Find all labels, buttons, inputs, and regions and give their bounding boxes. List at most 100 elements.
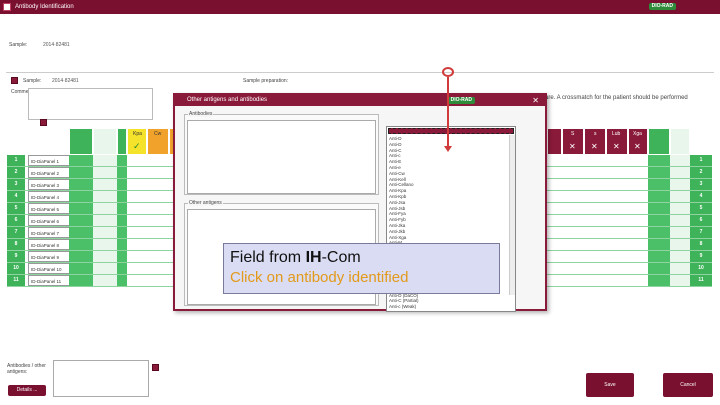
- panel-cell[interactable]: ID-DiaPanel 4: [28, 191, 70, 202]
- dialog-titlebar: Other antigens and antibodies DIO-RAD ✕: [175, 95, 545, 106]
- light-cell: [93, 191, 117, 202]
- app-icon: [3, 3, 11, 11]
- green-cell: [117, 203, 127, 214]
- green-cell: [648, 167, 670, 178]
- sample-preparation-label: Sample preparation:: [243, 78, 289, 84]
- row-number: 4: [7, 191, 25, 202]
- tooltip-line2: Click on antibody identified: [230, 269, 409, 286]
- biorad-logo: DIO-RAD: [648, 3, 676, 10]
- row-number-right: 10: [690, 263, 712, 274]
- row-number-right: 9: [690, 251, 712, 262]
- sample-value: 2014·82481: [52, 78, 79, 84]
- row-number-right: 5: [690, 203, 712, 214]
- row-number: 10: [7, 263, 25, 274]
- list-item[interactable]: Anti-E: [389, 159, 401, 165]
- edit-comment-icon[interactable]: [40, 119, 47, 126]
- green-cell: [117, 263, 127, 274]
- antibodies-group: Antibodies: [184, 111, 379, 195]
- row-number-right: 8: [690, 239, 712, 250]
- cross-icon: ✕: [613, 142, 620, 151]
- list-item[interactable]: Anti-D: [389, 136, 402, 142]
- row-number-right: 7: [690, 227, 712, 238]
- panel-cell[interactable]: ID-DiaPanel 6: [28, 215, 70, 226]
- header-cell-red-1: [547, 128, 562, 155]
- light-cell: [93, 179, 117, 190]
- list-item[interactable]: Anti-Jkb: [389, 229, 405, 235]
- panel-cell[interactable]: ID-DiaPanel 1: [28, 155, 70, 166]
- list-item[interactable]: Anti-Jka: [389, 223, 405, 229]
- sample-label: Sample:: [23, 78, 42, 84]
- list-item[interactable]: Anti-c: [389, 153, 401, 159]
- list-item[interactable]: Anti-Fyb: [389, 217, 406, 223]
- header-cell-green-3: [648, 128, 670, 155]
- green-cell: [117, 251, 127, 262]
- antibodies-textarea[interactable]: [187, 120, 376, 194]
- list-item[interactable]: Anti-Jsb: [389, 206, 405, 212]
- list-scrollbar[interactable]: [509, 135, 515, 295]
- light-cell: [670, 155, 690, 166]
- header-s-upper: S ✕: [562, 128, 584, 155]
- row-number: 8: [7, 239, 25, 250]
- green-cell: [69, 263, 93, 274]
- crossmatch-message: are. A crossmatch for the patient should…: [545, 95, 688, 101]
- list-item[interactable]: Anti-Cw: [389, 171, 405, 177]
- light-cell: [93, 155, 117, 166]
- cancel-button[interactable]: Cancel: [663, 373, 713, 397]
- list-item[interactable]: Anti-C: [389, 148, 402, 154]
- panel-cell[interactable]: ID-DiaPanel 3: [28, 179, 70, 190]
- list-item[interactable]: Anti-Kell: [389, 177, 406, 183]
- green-cell: [648, 263, 670, 274]
- green-cell: [648, 155, 670, 166]
- antibodies-other-textarea[interactable]: [53, 360, 149, 397]
- edit-antibodies-icon[interactable]: [152, 364, 159, 371]
- comment-textarea[interactable]: [28, 88, 153, 120]
- green-cell: [648, 227, 670, 238]
- green-cell: [69, 275, 93, 286]
- window-title: Antibody Identification: [15, 4, 74, 10]
- header-kpa: Kpa ✓: [127, 128, 147, 155]
- header-cw: Cw: [147, 128, 169, 155]
- antibodies-other-label: Antibodies / other antigens:: [7, 363, 46, 375]
- green-cell: [117, 155, 127, 166]
- panel-cell[interactable]: ID-DiaPanel 9: [28, 251, 70, 262]
- list-item[interactable]: Anti-Kpa: [389, 188, 406, 194]
- list-item[interactable]: Anti-D: [389, 142, 402, 148]
- light-cell: [670, 263, 690, 274]
- light-cell: [93, 167, 117, 178]
- row-number-right: 6: [690, 215, 712, 226]
- cross-icon: ✕: [569, 142, 576, 151]
- panel-cell[interactable]: ID-DiaPanel 8: [28, 239, 70, 250]
- green-cell: [648, 215, 670, 226]
- tooltip-line1: Field from IH-Com: [230, 249, 361, 266]
- list-item[interactable]: Anti-c (Weak): [389, 304, 416, 310]
- panel-cell[interactable]: ID-DiaPanel 10: [28, 263, 70, 274]
- list-item[interactable]: Anti-Fya: [389, 211, 406, 217]
- panel-cell[interactable]: ID-DiaPanel 5: [28, 203, 70, 214]
- green-cell: [117, 167, 127, 178]
- dialog-close-icon[interactable]: ✕: [532, 95, 539, 106]
- row-number: 3: [7, 179, 25, 190]
- panel-cell[interactable]: ID-DiaPanel 11: [28, 275, 70, 286]
- green-cell: [117, 227, 127, 238]
- list-item[interactable]: Anti-Jsa: [389, 200, 405, 206]
- row-number-right: 2: [690, 167, 712, 178]
- antibodies-label: Antibodies: [188, 111, 214, 117]
- save-button[interactable]: Save: [586, 373, 634, 397]
- dialog-title: Other antigens and antibodies: [187, 97, 268, 103]
- details-button[interactable]: Details ...: [8, 385, 46, 396]
- list-item[interactable]: Anti-Cellano: [389, 182, 414, 188]
- tutorial-tooltip: Field from IH-Com Click on antibody iden…: [223, 243, 500, 294]
- panel-cell[interactable]: ID-DiaPanel 7: [28, 227, 70, 238]
- list-item[interactable]: Anti-Xga: [389, 235, 406, 241]
- green-cell: [69, 227, 93, 238]
- row-number-right: 1: [690, 155, 712, 166]
- list-item[interactable]: Anti-C (Partial): [389, 298, 419, 304]
- header-lub: Lub ✕: [606, 128, 628, 155]
- list-item[interactable]: Anti-Kpb: [389, 194, 406, 200]
- green-cell: [69, 191, 93, 202]
- selected-list-item[interactable]: [388, 128, 514, 134]
- header-cell-green-2: [117, 128, 127, 155]
- green-cell: [648, 203, 670, 214]
- list-item[interactable]: Anti-e: [389, 165, 401, 171]
- panel-cell[interactable]: ID-DiaPanel 2: [28, 167, 70, 178]
